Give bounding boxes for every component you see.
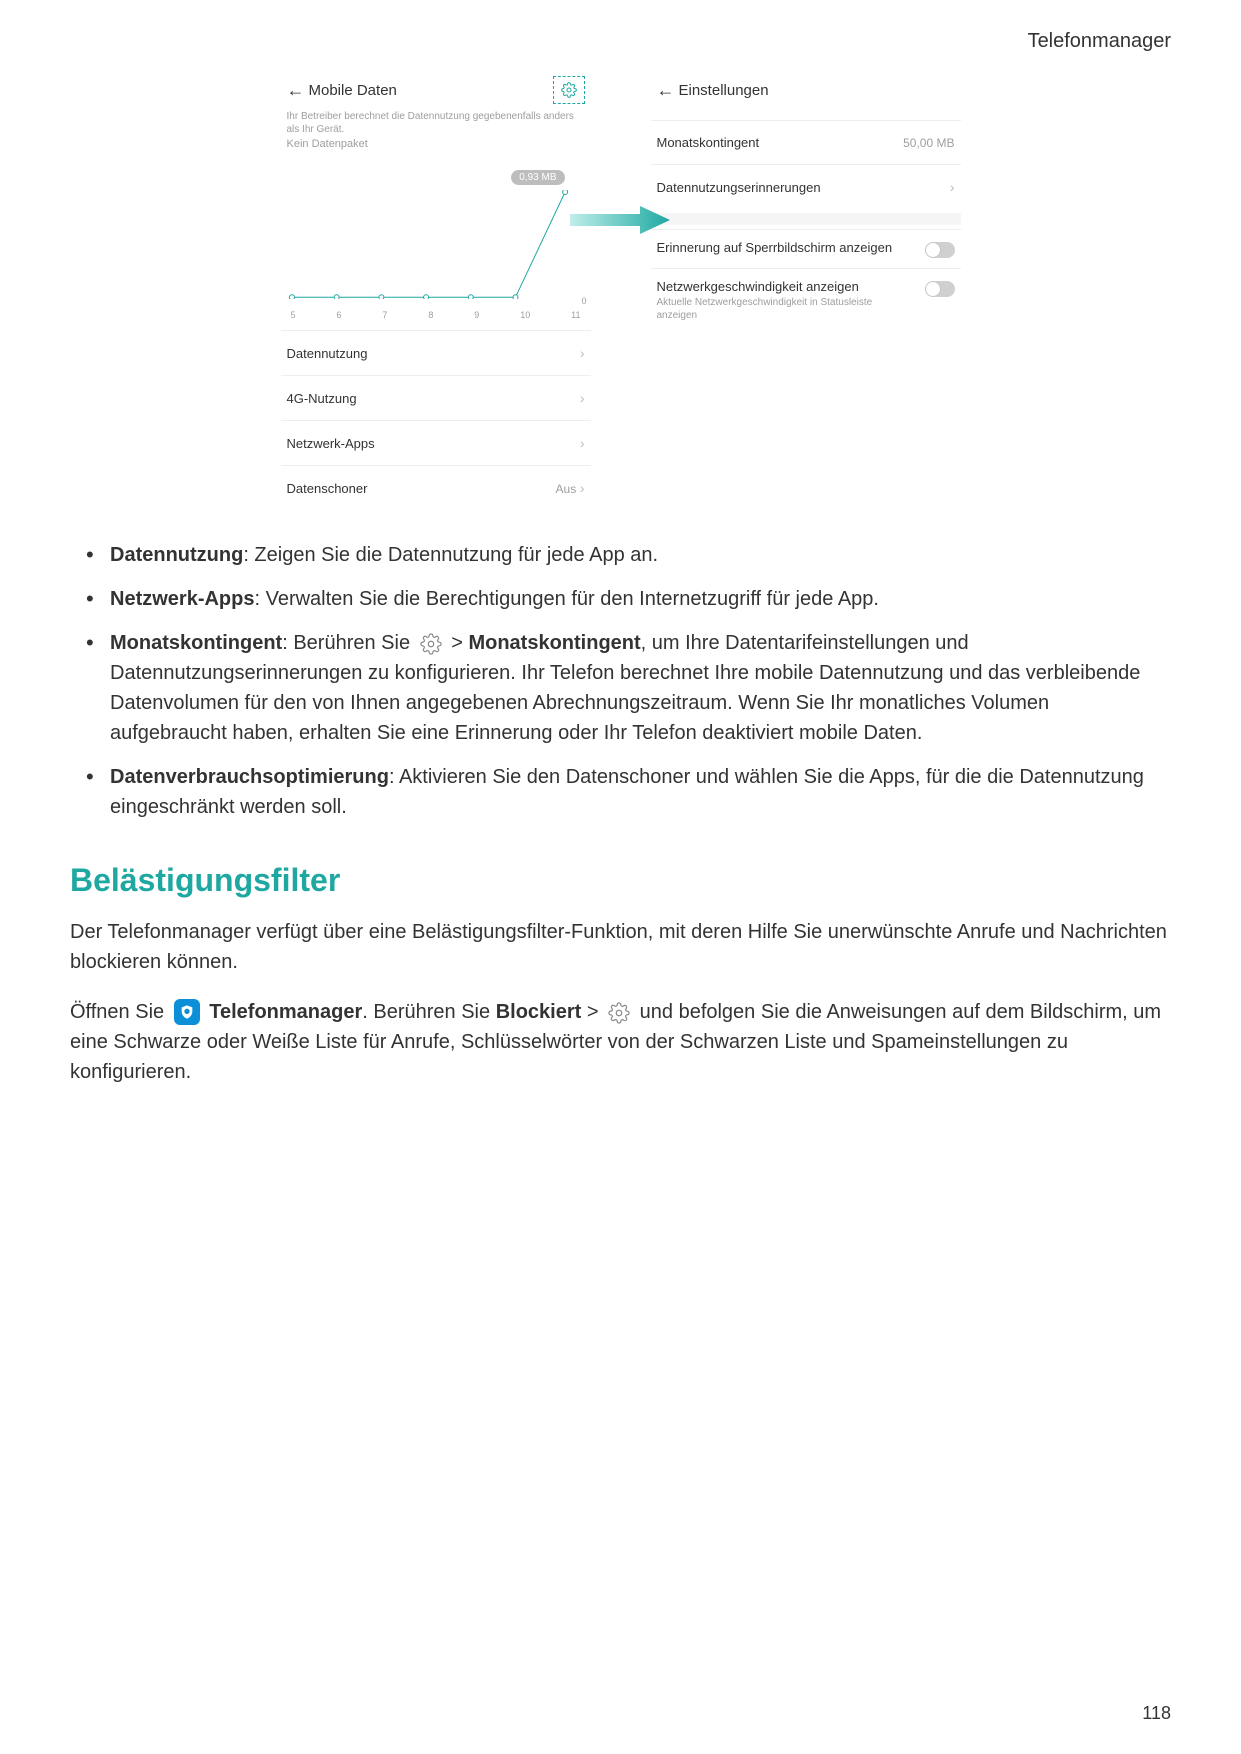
back-icon[interactable]: ← [657,80,679,101]
phone-manager-app-icon [174,999,200,1025]
chevron-right-icon: › [950,179,955,195]
y-zero-label: 0 [581,296,586,306]
gear-icon [608,1002,630,1024]
phone-title: Mobile Daten [309,82,553,99]
row-datennutzung[interactable]: Datennutzung › [281,330,591,375]
row-network-speed[interactable]: Netzwerkgeschwindigkeit anzeigen Aktuell… [651,268,961,332]
row-netzwerk-apps[interactable]: Netzwerk-Apps › [281,420,591,465]
screenshot-pair: ← Mobile Daten Ihr Betreiber berechnet d… [70,70,1171,510]
list-text: : Verwalten Sie die Berechtigungen für d… [254,588,878,610]
x-tick: 8 [428,310,433,320]
paragraph: Der Telefonmanager verfügt über eine Bel… [70,917,1171,977]
list-text: : Berühren Sie [282,632,415,654]
settings-gear-highlight[interactable] [553,76,585,104]
list-item: Netzwerk-Apps: Verwalten Sie die Berecht… [100,584,1171,614]
bold-term: Netzwerk-Apps [110,588,254,610]
bold-term: Blockiert [496,1001,582,1023]
disclaimer-text: Ihr Betreiber berechnet die Datennutzung… [281,110,591,136]
usage-chart: 0,93 MB 0 5 6 7 8 9 [287,170,585,320]
text-run: > [581,1001,604,1023]
list-item: Datennutzung: Zeigen Sie die Datennutzun… [100,540,1171,570]
gear-icon [420,633,442,655]
text-run: Öffnen Sie [70,1001,170,1023]
row-sublabel: Aktuelle Netzwerkgeschwindigkeit in Stat… [657,296,915,322]
x-tick: 6 [336,310,341,320]
usage-badge: 0,93 MB [511,170,564,185]
list-item: Datenverbrauchsoptimierung: Aktivieren S… [100,762,1171,822]
row-lockscreen-reminder[interactable]: Erinnerung auf Sperrbildschirm anzeigen [651,229,961,268]
paragraph: Öffnen Sie Telefonmanager. Berühren Sie … [70,997,1171,1087]
list-text: > [451,632,468,654]
text-run: . Berühren Sie [362,1001,495,1023]
x-tick: 9 [474,310,479,320]
section-divider [651,213,961,225]
chart-line-icon [287,190,585,299]
row-label: Netzwerk-Apps [287,436,375,451]
page-number: 118 [1142,1703,1171,1724]
document-page: Telefonmanager ← Mobile Daten Ihr Betrei… [0,0,1241,1754]
x-tick: 10 [520,310,530,320]
feature-list: Datennutzung: Zeigen Sie die Datennutzun… [70,540,1171,822]
toggle-off-icon[interactable] [925,281,955,297]
chart-x-axis: 5 6 7 8 9 10 11 [287,310,585,320]
header-section: Telefonmanager [1028,30,1171,53]
phone-header: ← Einstellungen [651,70,961,110]
list-text: : Zeigen Sie die Datennutzung für jede A… [243,544,658,566]
bold-term: Datenverbrauchsoptimierung [110,766,389,788]
phone-settings: ← Einstellungen Monatskontingent 50,00 M… [651,70,961,510]
section-heading: Belästigungsfilter [70,862,1171,899]
x-tick: 7 [382,310,387,320]
bold-term: Monatskontingent [468,632,640,654]
phone-title: Einstellungen [679,82,955,99]
x-tick: 5 [291,310,296,320]
row-value: 50,00 MB [903,136,954,150]
row-datenschoner[interactable]: Datenschoner Aus › [281,465,591,510]
row-4g-nutzung[interactable]: 4G-Nutzung › [281,375,591,420]
row-datennutzungserinnerungen[interactable]: Datennutzungserinnerungen › [651,164,961,209]
gear-icon [561,82,577,98]
row-label: Datenschoner [287,481,368,496]
row-label: Datennutzung [287,346,368,361]
no-plan-text: Kein Datenpaket [281,136,591,150]
phone-mobile-data: ← Mobile Daten Ihr Betreiber berechnet d… [281,70,591,510]
row-label: 4G-Nutzung [287,391,357,406]
bold-term: Monatskontingent [110,632,282,654]
back-icon[interactable]: ← [287,80,309,101]
row-label: Datennutzungserinnerungen [657,180,821,195]
chevron-right-icon: › [580,390,585,406]
row-label: Netzwerkgeschwindigkeit anzeigen [657,279,915,294]
chevron-right-icon: › [580,345,585,361]
bold-term: Datennutzung [110,544,243,566]
row-label: Erinnerung auf Sperrbildschirm anzeigen [657,240,915,255]
list-item: Monatskontingent: Berühren Sie > Monatsk… [100,628,1171,748]
x-tick: 11 [571,310,580,320]
bold-term: Telefonmanager [209,1001,362,1023]
row-monatskontingent[interactable]: Monatskontingent 50,00 MB [651,120,961,164]
phone-header: ← Mobile Daten [281,70,591,110]
chevron-right-icon: › [580,435,585,451]
toggle-off-icon[interactable] [925,242,955,258]
row-value: Aus [556,482,577,496]
row-label: Monatskontingent [657,135,760,150]
chevron-right-icon: › [580,480,585,496]
